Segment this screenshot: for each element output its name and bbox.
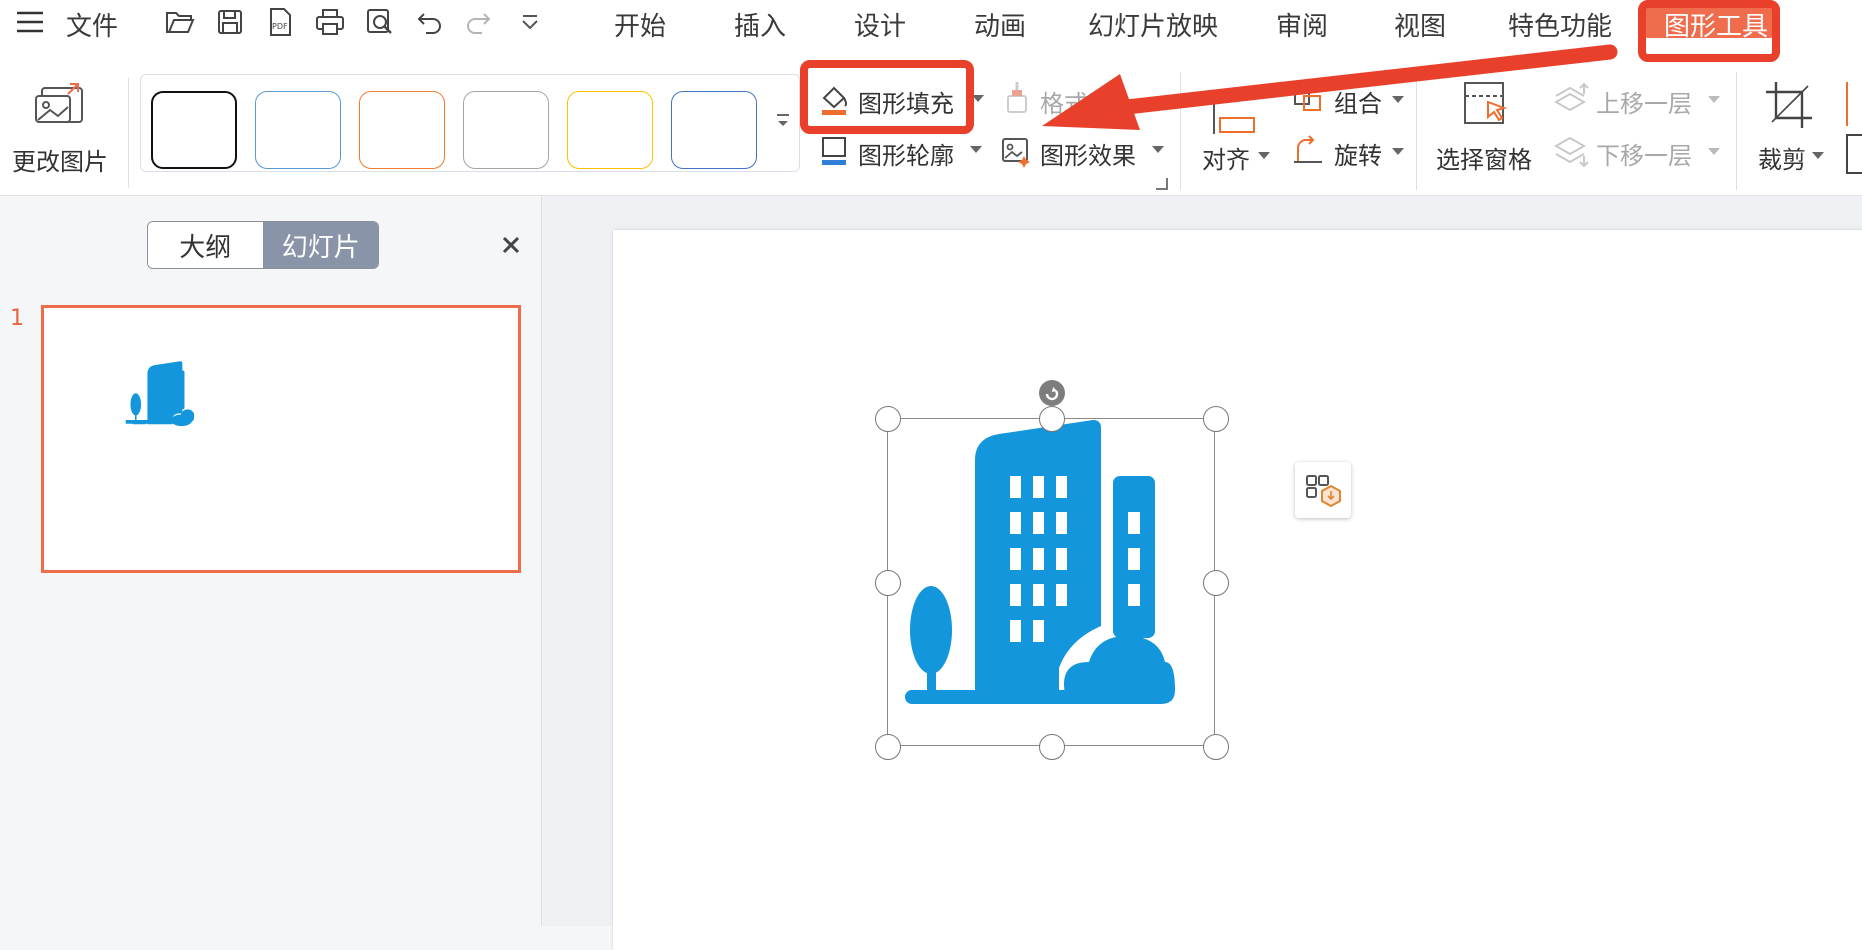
shape-outline-button[interactable]: 图形轮廓 bbox=[812, 128, 972, 172]
size-height-icon bbox=[1846, 82, 1862, 126]
tab-home[interactable]: 开始 bbox=[614, 6, 666, 43]
tab-insert[interactable]: 插入 bbox=[734, 6, 786, 43]
resize-handle-w[interactable] bbox=[875, 570, 901, 596]
resize-handle-sw[interactable] bbox=[875, 734, 901, 760]
print-preview-icon[interactable] bbox=[364, 6, 396, 38]
tab-animation[interactable]: 动画 bbox=[974, 6, 1026, 43]
ribbon-divider bbox=[128, 78, 129, 188]
bring-forward-dropdown-icon[interactable] bbox=[1708, 96, 1720, 103]
save-icon[interactable] bbox=[214, 6, 246, 38]
svg-text:PDF: PDF bbox=[272, 22, 288, 31]
undo-icon[interactable] bbox=[414, 6, 446, 38]
style-swatch-navy[interactable] bbox=[671, 91, 757, 169]
panel-view-switch: 大纲 幻灯片 bbox=[147, 221, 379, 269]
style-swatch-gold[interactable] bbox=[567, 91, 653, 169]
shape-outline-icon bbox=[818, 136, 850, 170]
customize-toolbar-icon[interactable] bbox=[514, 6, 546, 38]
change-picture-button[interactable]: 更改图片 bbox=[8, 78, 114, 188]
style-swatch-black[interactable] bbox=[151, 91, 237, 169]
slide-number: 1 bbox=[10, 306, 24, 331]
selection-bounding-box bbox=[887, 418, 1215, 746]
send-backward-label: 下移一层 bbox=[1596, 136, 1692, 171]
drawing-group-launcher-icon[interactable] bbox=[1156, 178, 1168, 190]
slide-thumbnail[interactable] bbox=[41, 305, 521, 573]
resize-handle-e[interactable] bbox=[1203, 570, 1229, 596]
editing-canvas bbox=[543, 196, 1862, 926]
slide[interactable] bbox=[613, 230, 1862, 950]
open-folder-icon[interactable] bbox=[164, 6, 196, 38]
style-swatch-blue[interactable] bbox=[255, 91, 341, 169]
change-picture-icon bbox=[34, 80, 86, 130]
slide-thumbnail-panel: 大纲 幻灯片 1 bbox=[0, 196, 542, 926]
hamburger-menu-icon[interactable] bbox=[14, 6, 46, 38]
align-label: 对齐 bbox=[1202, 140, 1250, 175]
shape-outline-dropdown-icon[interactable] bbox=[970, 146, 982, 153]
redo-icon[interactable] bbox=[462, 6, 494, 38]
rotate-label: 旋转 bbox=[1334, 136, 1382, 171]
thumbnail-building-icon bbox=[122, 356, 194, 434]
tab-outline[interactable]: 大纲 bbox=[148, 222, 264, 268]
format-painter-icon bbox=[1002, 80, 1032, 120]
export-pdf-icon[interactable]: PDF bbox=[264, 6, 296, 38]
shape-effects-label: 图形效果 bbox=[1040, 136, 1136, 171]
change-picture-label: 更改图片 bbox=[12, 142, 108, 177]
resize-handle-nw[interactable] bbox=[875, 406, 901, 432]
resize-handle-ne[interactable] bbox=[1203, 406, 1229, 432]
crop-icon bbox=[1764, 80, 1814, 134]
ribbon-divider bbox=[1736, 72, 1737, 190]
crop-label: 裁剪 bbox=[1758, 140, 1806, 175]
crop-button[interactable]: 裁剪 bbox=[1748, 80, 1834, 192]
quick-layout-button[interactable] bbox=[1295, 462, 1351, 518]
annotation-arrow bbox=[1040, 30, 1620, 140]
size-width-icon bbox=[1846, 134, 1862, 174]
crop-dropdown-icon[interactable] bbox=[1812, 152, 1824, 159]
selection-pane-label: 选择窗格 bbox=[1436, 140, 1532, 175]
resize-handle-se[interactable] bbox=[1203, 734, 1229, 760]
close-panel-icon[interactable] bbox=[500, 234, 524, 258]
style-swatch-gray[interactable] bbox=[463, 91, 549, 169]
send-backward-dropdown-icon[interactable] bbox=[1708, 148, 1720, 155]
resize-handle-n[interactable] bbox=[1039, 406, 1065, 432]
tab-slides[interactable]: 幻灯片 bbox=[264, 222, 379, 268]
shape-style-gallery bbox=[140, 74, 800, 172]
print-icon[interactable] bbox=[314, 6, 346, 38]
rotation-handle[interactable] bbox=[1039, 380, 1065, 406]
shape-effects-dropdown-icon[interactable] bbox=[1152, 146, 1164, 153]
smart-layout-icon bbox=[1295, 462, 1351, 518]
style-swatch-orange[interactable] bbox=[359, 91, 445, 169]
shape-effects-icon bbox=[1000, 136, 1032, 172]
annotation-highlight-drawing-tools-tab bbox=[1638, 0, 1780, 62]
resize-handle-s[interactable] bbox=[1039, 734, 1065, 760]
tab-design[interactable]: 设计 bbox=[854, 6, 906, 43]
gallery-expand-icon[interactable] bbox=[775, 111, 793, 135]
annotation-highlight-shape-fill bbox=[800, 60, 974, 134]
file-menu[interactable]: 文件 bbox=[66, 6, 118, 43]
align-dropdown-icon[interactable] bbox=[1258, 152, 1270, 159]
shape-outline-label: 图形轮廓 bbox=[858, 136, 954, 171]
rotate-dropdown-icon[interactable] bbox=[1392, 148, 1404, 155]
